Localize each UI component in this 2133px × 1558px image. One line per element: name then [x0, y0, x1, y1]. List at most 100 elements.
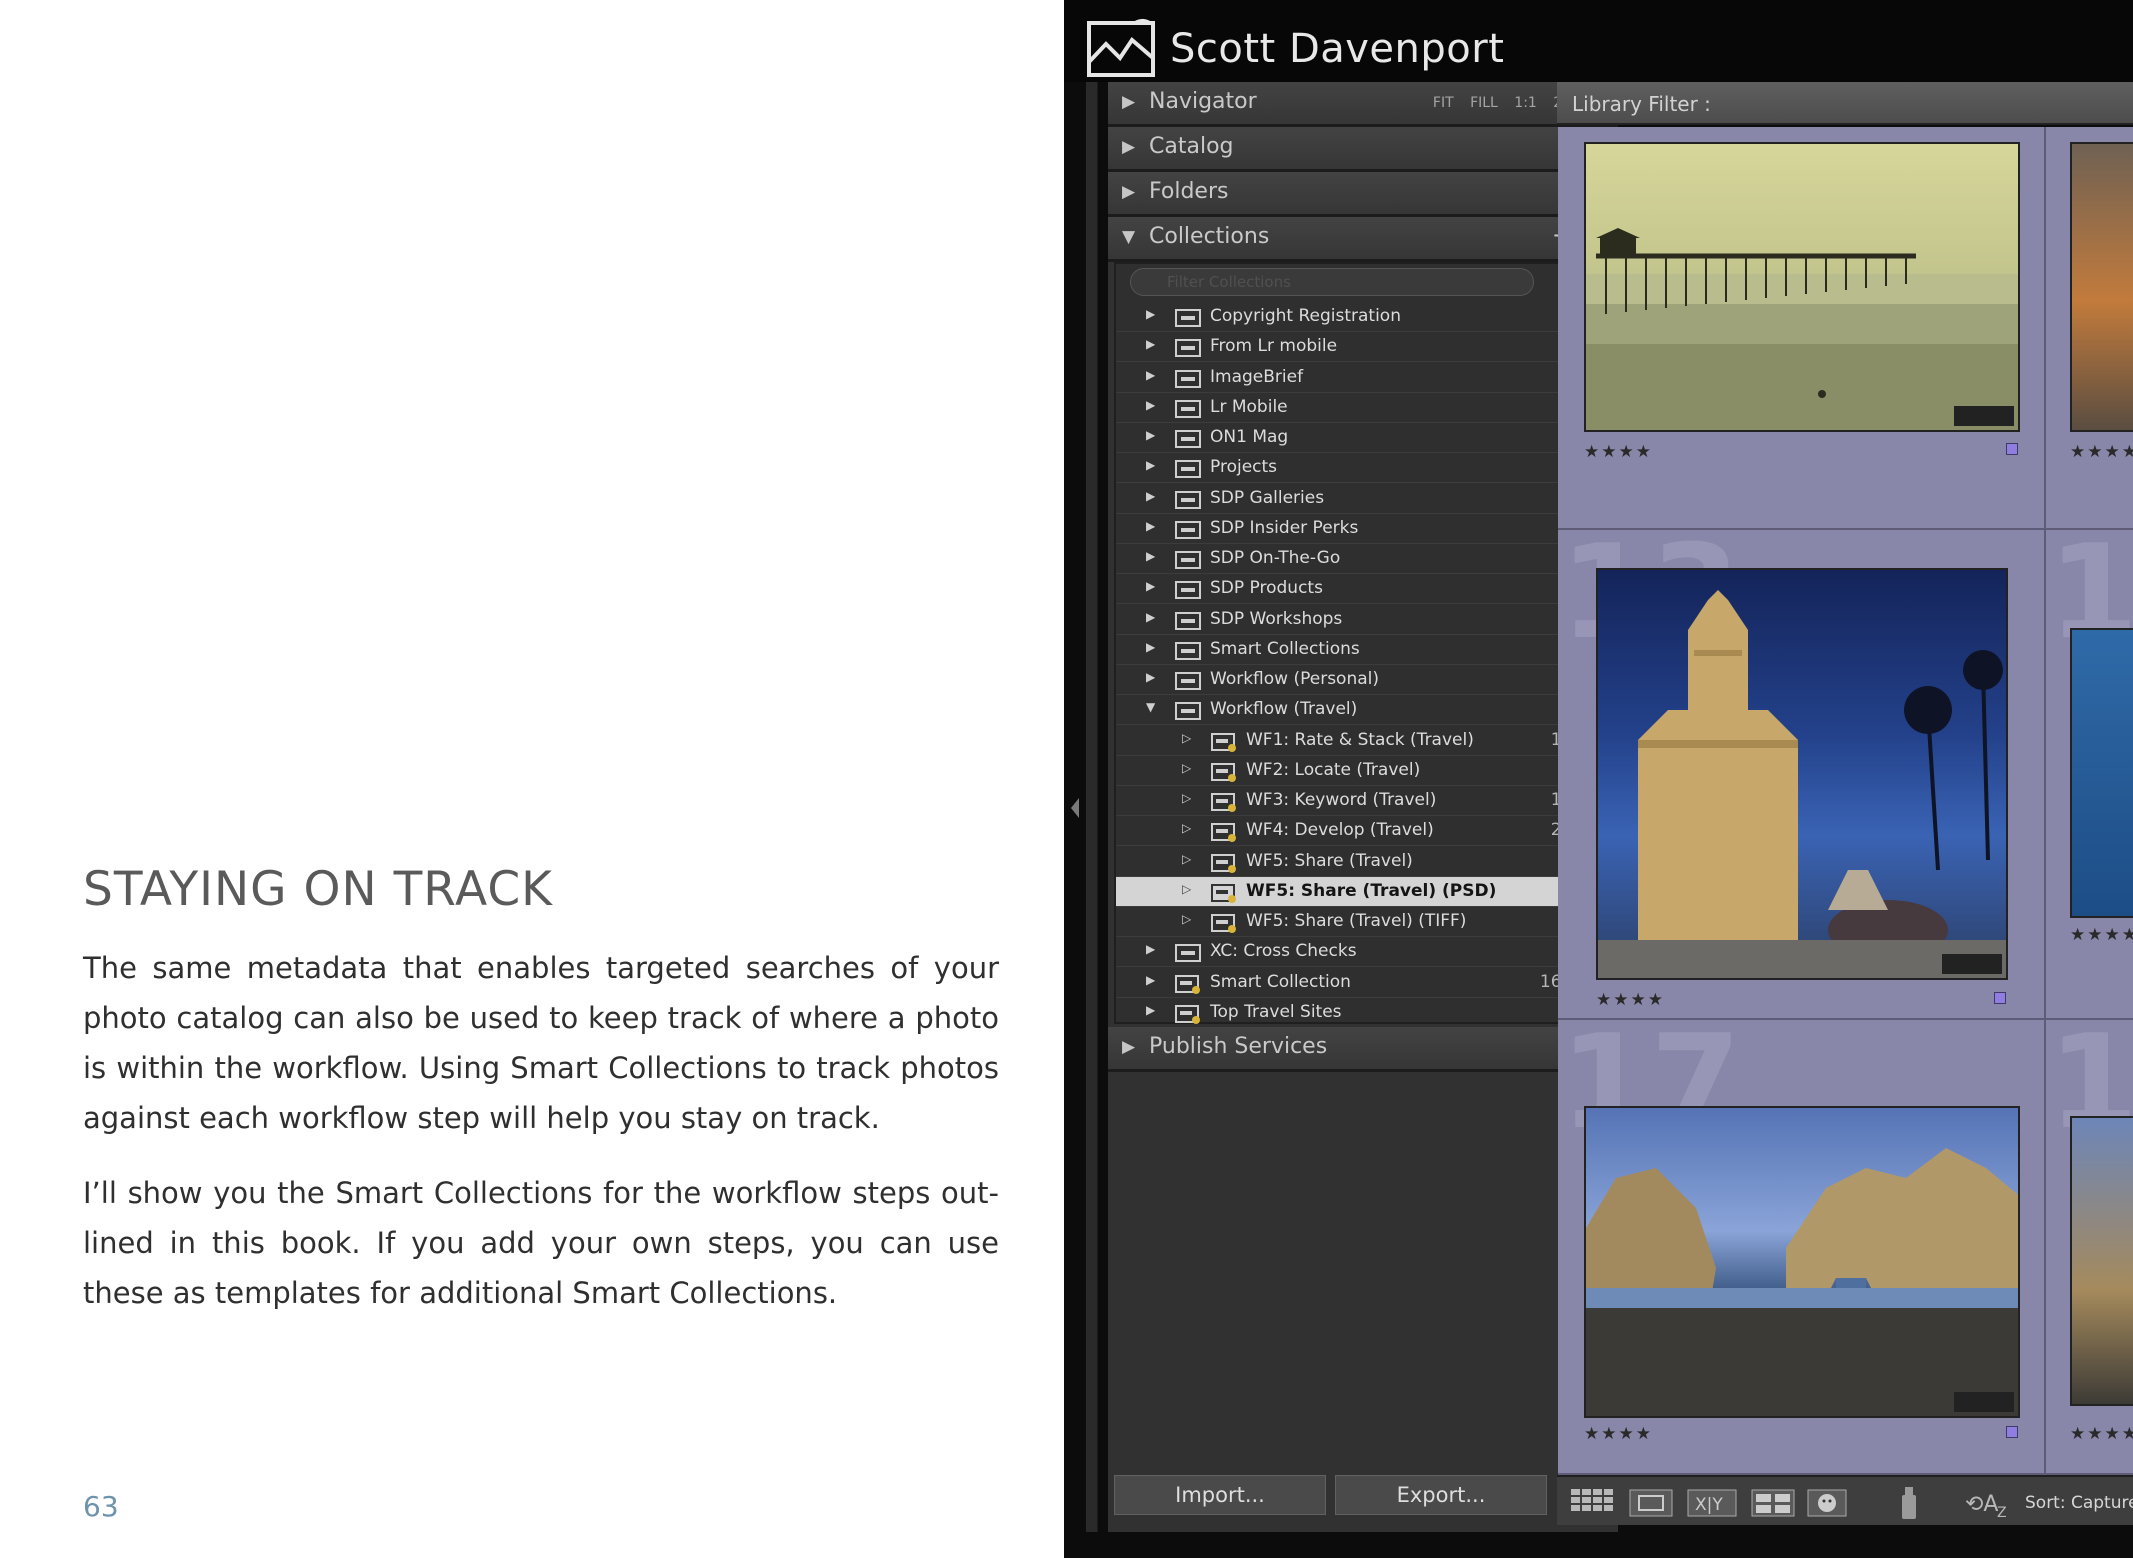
- photo-badge-icons: [1954, 1392, 2014, 1412]
- smart-collection-row[interactable]: ▶Smart Collection16675: [1116, 968, 1610, 998]
- rating-stars: ★★★★: [2070, 1424, 2133, 1444]
- triangle-right-icon[interactable]: ▷: [1182, 912, 1191, 926]
- collection-set-row[interactable]: ▶ SDP On-The-Go: [1116, 544, 1610, 574]
- collections-list: Filter Collections ▶ Copyright Registrati…: [1114, 262, 1612, 1028]
- export-button[interactable]: Export...: [1335, 1475, 1547, 1515]
- sort-label[interactable]: Sort: Capture: [2025, 1493, 2133, 1513]
- collapse-panel-arrow[interactable]: [1069, 796, 1081, 824]
- collection-set-row[interactable]: ▶ XC: Cross Checks: [1116, 937, 1610, 968]
- collection-set-row[interactable]: ▶ ImageBrief: [1116, 363, 1610, 393]
- collection-set-row[interactable]: ▶ SDP Workshops: [1116, 605, 1610, 635]
- triangle-right-icon[interactable]: ▶: [1146, 489, 1155, 503]
- triangle-right-icon[interactable]: ▶: [1146, 549, 1155, 563]
- grid-cell[interactable]: 18 ★★★★: [2046, 1020, 2133, 1475]
- collection-set-icon: [1175, 641, 1201, 660]
- collection-label: SDP Workshops: [1210, 608, 1343, 629]
- smart-collection-row[interactable]: ▷WF5: Share (Travel)59: [1116, 847, 1610, 877]
- grid-cell[interactable]: ★★★★: [1558, 127, 2046, 530]
- svg-text:X|Y: X|Y: [1695, 1495, 1723, 1515]
- triangle-right-icon[interactable]: ▶: [1146, 458, 1155, 472]
- triangle-right-icon[interactable]: ▷: [1182, 731, 1191, 745]
- photo-rocks[interactable]: [1584, 1106, 2020, 1418]
- collection-set-row[interactable]: ▶ Lr Mobile: [1116, 393, 1610, 423]
- collection-set-icon: [1175, 581, 1201, 600]
- rating-stars: ★★★★: [1584, 442, 1653, 462]
- triangle-right-icon[interactable]: ▶: [1146, 973, 1155, 987]
- triangle-right-icon[interactable]: ▷: [1182, 852, 1191, 866]
- triangle-right-icon[interactable]: ▶: [1146, 579, 1155, 593]
- grid-cell[interactable]: 14 ★★★★: [2046, 530, 2133, 1020]
- triangle-right-icon[interactable]: ▶: [1146, 640, 1155, 654]
- triangle-right-icon[interactable]: ▶: [1146, 398, 1155, 412]
- painter-spray-icon[interactable]: [1897, 1485, 1921, 1521]
- collection-set-icon: [1175, 520, 1201, 539]
- photo-pier[interactable]: [1584, 142, 2020, 432]
- collection-set-row[interactable]: ▶ Workflow (Personal): [1116, 665, 1610, 695]
- smart-collection-icon: [1175, 1004, 1200, 1024]
- photo-tower[interactable]: [1596, 568, 2008, 980]
- triangle-right-icon[interactable]: ▶: [1146, 368, 1155, 382]
- collection-set-row[interactable]: ▶ Copyright Registration: [1116, 302, 1610, 332]
- photo-sea[interactable]: [2070, 628, 2133, 918]
- folders-panel-header[interactable]: ▶ Folders +.: [1108, 172, 1618, 217]
- smart-collection-icon: [1211, 732, 1236, 752]
- smart-collection-row[interactable]: ▷WF5: Share (Travel) (PSD)65: [1116, 876, 1610, 907]
- collection-set-row[interactable]: ▶ Projects: [1116, 453, 1610, 484]
- compare-view-icon[interactable]: X|Y: [1687, 1489, 1737, 1517]
- smart-collection-row[interactable]: ▷WF3: Keyword (Travel)1184: [1116, 786, 1610, 816]
- collection-set-row[interactable]: ▶ ON1 Mag: [1116, 423, 1610, 453]
- navigator-panel-header[interactable]: ▶ Navigator FIT FILL 1:1 2:1 ÷: [1108, 82, 1618, 127]
- triangle-right-icon: ▶: [1122, 92, 1136, 112]
- smart-collection-row[interactable]: ▷WF4: Develop (Travel)2988: [1116, 816, 1610, 847]
- photo-sunset[interactable]: [2070, 142, 2133, 432]
- collection-set-row[interactable]: ▶ From Lr mobile: [1116, 332, 1610, 363]
- triangle-right-icon[interactable]: ▶: [1146, 1003, 1155, 1017]
- collection-label: WF2: Locate (Travel): [1246, 759, 1421, 780]
- smart-collection-row[interactable]: ▷WF1: Rate & Stack (Travel)1663: [1116, 726, 1610, 756]
- collection-set-row[interactable]: ▶ SDP Galleries: [1116, 484, 1610, 514]
- triangle-right-icon[interactable]: ▶: [1146, 428, 1155, 442]
- sort-direction-icon[interactable]: ⟲A Z: [1965, 1487, 2015, 1519]
- publish-services-panel-header[interactable]: ▶ Publish Services +.: [1108, 1027, 1618, 1072]
- people-view-icon[interactable]: [1807, 1489, 1847, 1517]
- grid-cell[interactable]: ★★★★: [2046, 127, 2133, 530]
- grid-cell[interactable]: 13 ★★★★: [1558, 530, 2046, 1020]
- tower-illustration: [1598, 590, 2006, 978]
- loupe-view-icon[interactable]: [1629, 1489, 1673, 1517]
- collection-set-row[interactable]: ▶ Smart Collections: [1116, 635, 1610, 665]
- triangle-right-icon[interactable]: ▷: [1182, 791, 1191, 805]
- collection-label: XC: Cross Checks: [1210, 941, 1357, 962]
- triangle-right-icon[interactable]: ▶: [1146, 519, 1155, 533]
- triangle-right-icon[interactable]: ▶: [1146, 307, 1155, 321]
- survey-view-icon[interactable]: [1751, 1489, 1795, 1517]
- collection-set-row[interactable]: ▼ Workflow (Travel): [1116, 695, 1610, 726]
- grid-view-icon[interactable]: [1571, 1489, 1615, 1517]
- collection-set-icon: [1175, 369, 1201, 388]
- triangle-right-icon[interactable]: ▷: [1182, 761, 1191, 775]
- catalog-panel-header[interactable]: ▶ Catalog: [1108, 127, 1618, 172]
- collection-label: Smart Collections: [1210, 638, 1360, 659]
- import-button[interactable]: Import...: [1114, 1475, 1326, 1515]
- triangle-down-icon[interactable]: ▼: [1146, 700, 1155, 714]
- smart-collection-row[interactable]: ▷WF5: Share (Travel) (TIFF)0: [1116, 907, 1610, 937]
- triangle-right-icon[interactable]: ▷: [1182, 882, 1191, 896]
- photo-badge-icons: [1942, 954, 2002, 974]
- collection-set-row[interactable]: ▶ SDP Products: [1116, 574, 1610, 605]
- smart-collection-row[interactable]: ▷WF2: Locate (Travel)861: [1116, 756, 1610, 786]
- grid-cell[interactable]: 17 ★★★★: [1558, 1020, 2046, 1475]
- catalog-title: Catalog: [1149, 134, 1234, 159]
- collection-label: SDP Insider Perks: [1210, 517, 1359, 538]
- triangle-right-icon[interactable]: ▶: [1146, 942, 1155, 956]
- photo-cliffs[interactable]: [2070, 1116, 2133, 1406]
- smart-collection-icon: [1211, 823, 1236, 843]
- collection-label: ON1 Mag: [1210, 427, 1289, 447]
- smart-collection-row[interactable]: ▶Top Travel Sites175: [1116, 998, 1610, 1028]
- collection-label: WF5: Share (Travel) (PSD): [1246, 880, 1497, 901]
- triangle-right-icon[interactable]: ▶: [1146, 610, 1155, 624]
- collection-set-row[interactable]: ▶ SDP Insider Perks: [1116, 514, 1610, 544]
- triangle-right-icon[interactable]: ▷: [1182, 821, 1191, 835]
- triangle-right-icon[interactable]: ▶: [1146, 337, 1155, 351]
- filter-collections-input[interactable]: Filter Collections: [1130, 268, 1534, 296]
- triangle-right-icon[interactable]: ▶: [1146, 670, 1155, 684]
- collections-panel-header[interactable]: ▼ Collections − +.: [1108, 217, 1618, 262]
